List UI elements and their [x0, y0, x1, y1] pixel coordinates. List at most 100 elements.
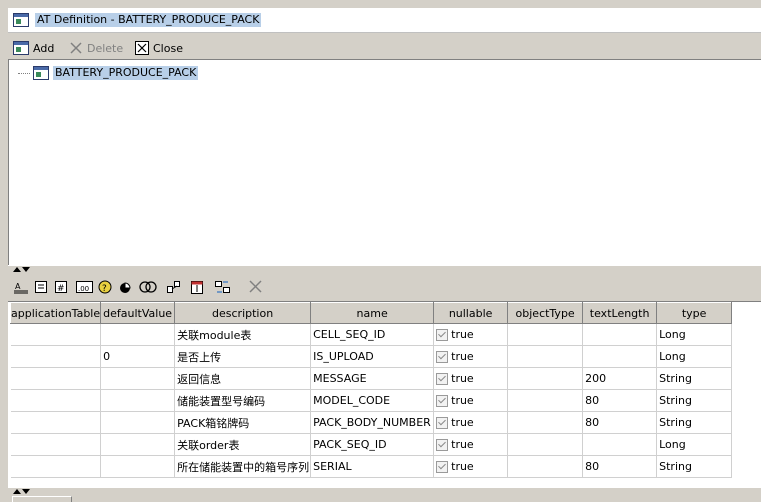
cell-nullable[interactable]: true — [433, 411, 509, 434]
table-row[interactable]: 所在储能装置中的箱号序列 SERIAL true 80 String — [10, 455, 733, 478]
nullable-checkbox[interactable] — [436, 461, 449, 473]
cell-objectType[interactable] — [507, 433, 584, 456]
nullable-checkbox[interactable] — [436, 329, 449, 341]
cell-textLength[interactable]: 80 — [582, 411, 658, 434]
cell-applicationTable[interactable] — [10, 367, 102, 390]
cell-type[interactable]: String — [656, 389, 733, 412]
table-row[interactable]: 返回信息 MESSAGE true 200 String — [10, 367, 733, 390]
cell-defaultValue[interactable] — [100, 389, 176, 412]
cell-description[interactable]: 关联module表 — [174, 323, 312, 346]
nullable-checkbox[interactable] — [436, 351, 449, 363]
form-view-icon[interactable] — [34, 280, 49, 294]
cell-applicationTable[interactable] — [10, 433, 102, 456]
cell-textLength[interactable] — [582, 345, 658, 368]
bottom-splitter[interactable] — [8, 487, 761, 496]
nullable-checkbox[interactable] — [436, 417, 449, 429]
cell-description[interactable]: 返回信息 — [174, 367, 312, 390]
nullable-checkbox[interactable] — [436, 439, 449, 451]
cell-name[interactable]: CELL_SEQ_ID — [310, 323, 435, 346]
sort-asc-icon[interactable]: A — [14, 280, 29, 294]
cell-textLength[interactable] — [582, 323, 658, 346]
delete-button[interactable]: Delete — [69, 40, 123, 56]
cell-defaultValue[interactable] — [100, 433, 176, 456]
cell-applicationTable[interactable] — [10, 411, 102, 434]
table-row[interactable]: 关联module表 CELL_SEQ_ID true Long — [10, 323, 733, 346]
cell-nullable[interactable]: true — [433, 367, 509, 390]
cell-objectType[interactable] — [507, 323, 584, 346]
cell-name[interactable]: SERIAL — [310, 455, 435, 478]
cell-textLength[interactable]: 200 — [582, 367, 658, 390]
cell-objectType[interactable] — [507, 411, 584, 434]
cell-defaultValue[interactable] — [100, 367, 176, 390]
cell-objectType[interactable] — [507, 367, 584, 390]
cell-nullable[interactable]: true — [433, 345, 509, 368]
cell-description[interactable]: 关联order表 — [174, 433, 312, 456]
cell-type[interactable]: Long — [656, 433, 733, 456]
cell-description[interactable]: 储能装置型号编码 — [174, 389, 312, 412]
table-row[interactable]: PACK箱铭牌码 PACK_BODY_NUMBER true 80 String — [10, 411, 733, 434]
cell-nullable[interactable]: true — [433, 389, 509, 412]
decimal-icon[interactable]: .00 — [76, 280, 94, 294]
nullable-checkbox[interactable] — [436, 373, 449, 385]
cell-defaultValue[interactable] — [100, 323, 176, 346]
column-header-name[interactable]: name — [310, 302, 435, 324]
table-row[interactable]: 0 是否上传 IS_UPLOAD true Long — [10, 345, 733, 368]
cell-applicationTable[interactable] — [10, 389, 102, 412]
cell-type[interactable]: String — [656, 367, 733, 390]
tree-node-root[interactable]: BATTERY_PRODUCE_PACK — [18, 66, 199, 80]
cell-description[interactable]: 是否上传 — [174, 345, 312, 368]
cell-applicationTable[interactable] — [10, 455, 102, 478]
cell-applicationTable[interactable] — [10, 323, 102, 346]
cell-name[interactable]: MODEL_CODE — [310, 389, 435, 412]
column-header-nullable[interactable]: nullable — [433, 302, 509, 324]
column-header-description[interactable]: description — [174, 302, 312, 324]
expand-down-icon[interactable] — [22, 489, 30, 494]
column-header-applicationTable[interactable]: applicationTable — [9, 302, 102, 324]
cell-defaultValue[interactable] — [100, 455, 176, 478]
cell-name[interactable]: PACK_SEQ_ID — [310, 433, 435, 456]
bottom-tab[interactable] — [12, 496, 72, 502]
collapse-up-icon[interactable] — [13, 267, 21, 272]
cell-defaultValue[interactable] — [100, 411, 176, 434]
swap-icon[interactable] — [214, 280, 231, 294]
cell-type[interactable]: Long — [656, 323, 733, 346]
column-header-textLength[interactable]: textLength — [582, 302, 658, 324]
pane-splitter[interactable] — [8, 265, 761, 274]
add-button[interactable]: Add — [13, 40, 54, 56]
expand-down-icon[interactable] — [22, 267, 30, 272]
collapse-up-icon[interactable] — [13, 489, 21, 494]
color-icon[interactable] — [118, 280, 134, 294]
column-header-objectType[interactable]: objectType — [507, 302, 584, 324]
find-icon[interactable]: ? — [98, 280, 114, 294]
nullable-checkbox[interactable] — [436, 395, 449, 407]
cell-type[interactable]: Long — [656, 345, 733, 368]
cell-objectType[interactable] — [507, 389, 584, 412]
table-row[interactable]: 关联order表 PACK_SEQ_ID true Long — [10, 433, 733, 456]
cell-description[interactable]: 所在储能装置中的箱号序列 — [174, 455, 312, 478]
calendar-icon[interactable] — [190, 280, 205, 294]
cell-textLength[interactable] — [582, 433, 658, 456]
cell-nullable[interactable]: true — [433, 455, 509, 478]
delete-x-icon[interactable] — [248, 280, 263, 294]
link-icon[interactable] — [139, 280, 157, 294]
cell-defaultValue[interactable]: 0 — [100, 345, 176, 368]
numeric-icon[interactable]: # — [54, 280, 69, 294]
cell-textLength[interactable]: 80 — [582, 455, 658, 478]
cell-applicationTable[interactable] — [10, 345, 102, 368]
cell-name[interactable]: MESSAGE — [310, 367, 435, 390]
cell-type[interactable]: String — [656, 455, 733, 478]
cell-description[interactable]: PACK箱铭牌码 — [174, 411, 312, 434]
cell-type[interactable]: String — [656, 411, 733, 434]
table-row[interactable]: 储能装置型号编码 MODEL_CODE true 80 String — [10, 389, 733, 412]
cell-name[interactable]: PACK_BODY_NUMBER — [310, 411, 435, 434]
cell-name[interactable]: IS_UPLOAD — [310, 345, 435, 368]
column-header-type[interactable]: type — [656, 302, 733, 324]
column-header-defaultValue[interactable]: defaultValue — [100, 302, 176, 324]
cell-objectType[interactable] — [507, 455, 584, 478]
move-icon[interactable] — [166, 280, 181, 294]
close-button[interactable]: Close — [135, 40, 183, 56]
cell-textLength[interactable]: 80 — [582, 389, 658, 412]
cell-objectType[interactable] — [507, 345, 584, 368]
cell-nullable[interactable]: true — [433, 433, 509, 456]
cell-nullable[interactable]: true — [433, 323, 509, 346]
